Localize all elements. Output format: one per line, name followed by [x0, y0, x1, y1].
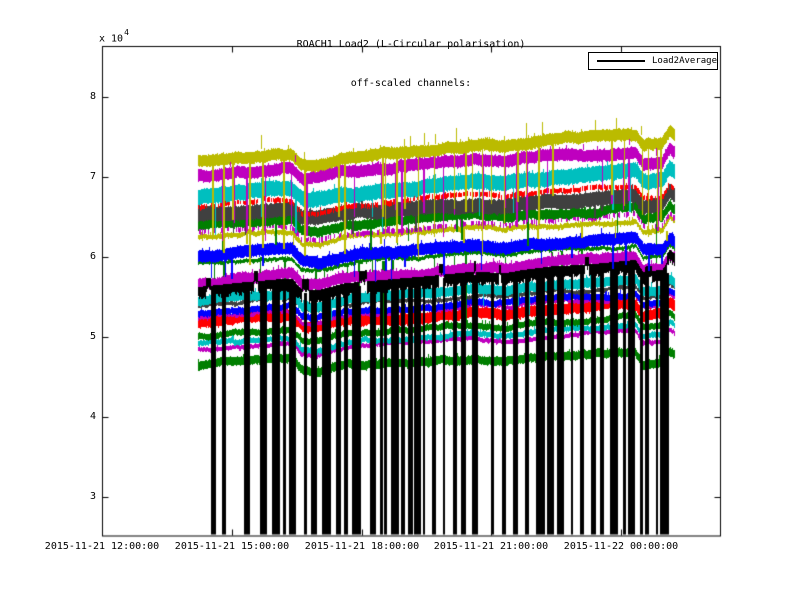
- y-tick-label: 8: [70, 91, 96, 103]
- x-tick-label: 2015-11-22 00:00:00: [546, 541, 696, 552]
- legend-label: Load2Average: [652, 56, 717, 66]
- x-tick-label: 2015-11-21 12:00:00: [27, 541, 177, 552]
- y-tick-label: 6: [70, 251, 96, 263]
- chart-title-line1: ROACH1 Load2 (L-Circular polarisation): [111, 38, 711, 51]
- y-tick-label: 3: [70, 491, 96, 503]
- legend: Load2Average: [588, 52, 718, 70]
- chart-title-line2: off-scaled channels:: [111, 77, 711, 90]
- x-tick-label: 2015-11-21 15:00:00: [157, 541, 307, 552]
- y-tick-label: 4: [70, 411, 96, 423]
- y-axis-exponent-prefix: x 10: [99, 33, 123, 44]
- x-tick-label: 2015-11-21 18:00:00: [287, 541, 437, 552]
- y-axis-exponent-value: 4: [124, 28, 129, 37]
- y-tick-label: 7: [70, 171, 96, 183]
- legend-line-sample: [597, 60, 645, 62]
- y-axis-exponent: x 104: [99, 30, 128, 44]
- y-tick-label: 5: [70, 331, 96, 343]
- x-tick-label: 2015-11-21 21:00:00: [416, 541, 566, 552]
- matlab-figure: ROACH1 Load2 (L-Circular polarisation) o…: [0, 0, 800, 600]
